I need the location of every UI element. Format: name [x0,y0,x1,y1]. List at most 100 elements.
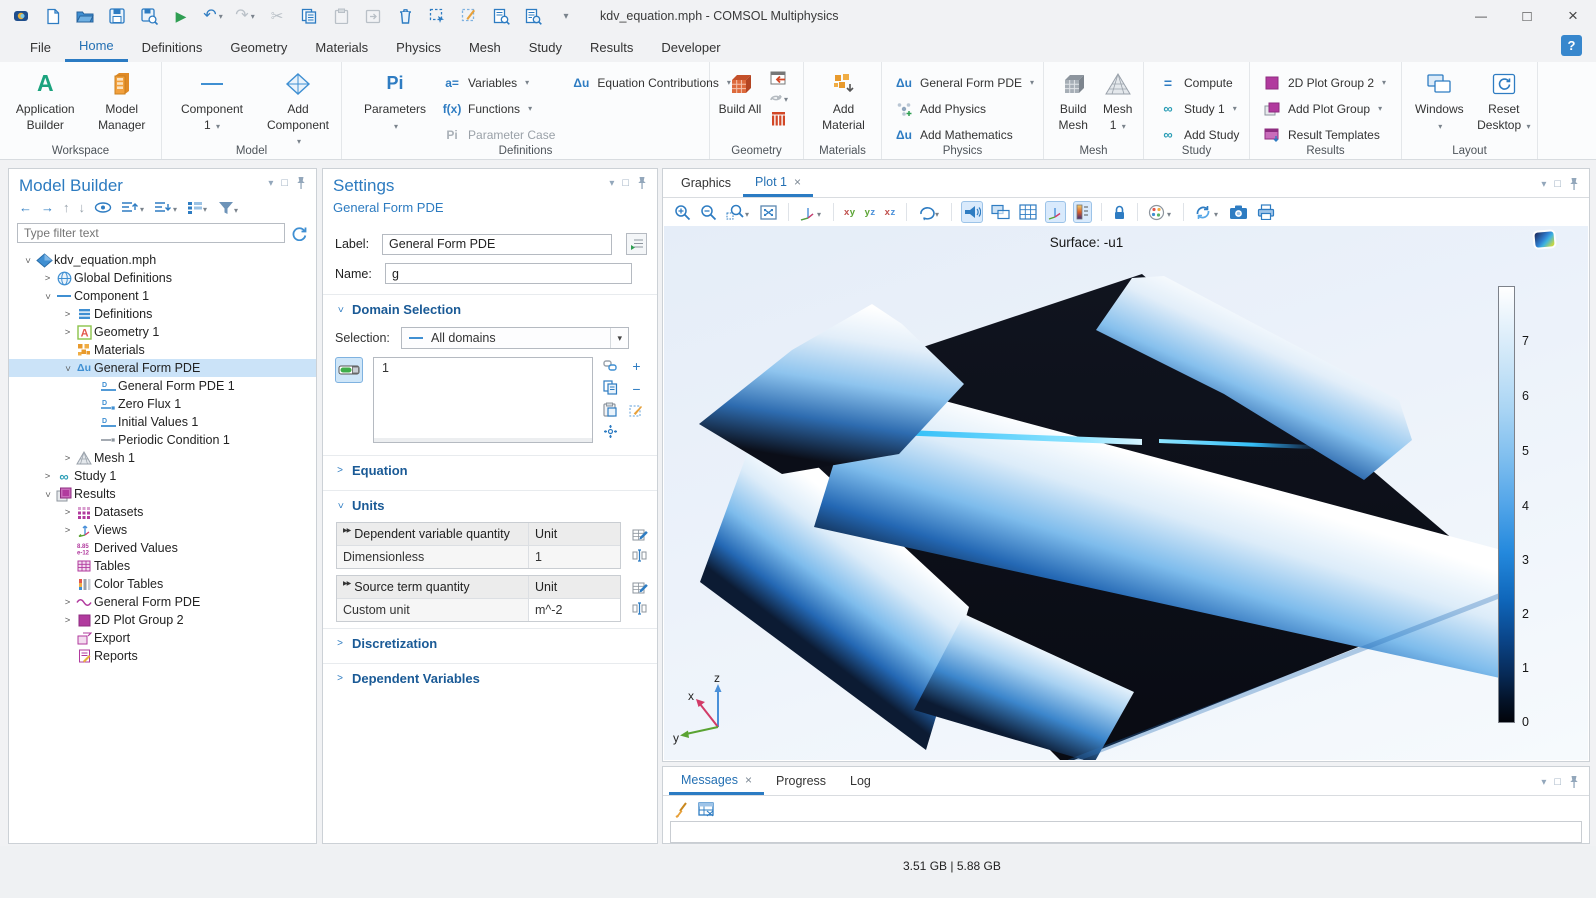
add-study-button[interactable]: ∞Add Study [1158,123,1243,146]
add-component-button[interactable]: Add Component ▾ [264,67,332,149]
open-file-button[interactable] [76,7,94,25]
build-all-button[interactable]: Build All [718,67,762,118]
find-button[interactable] [492,7,510,25]
run-button[interactable]: ▶ [172,7,190,25]
maximize-button[interactable]: □ [1504,0,1550,32]
view-xz-icon[interactable]: xz [884,201,897,223]
paste-button[interactable] [332,7,350,25]
variables-button[interactable]: a=Variables▾ [442,71,555,94]
tab-plot-1[interactable]: Plot 1× [743,169,813,197]
tree-item-general-form-pde[interactable]: >ΔuGeneral Form PDE [9,359,316,377]
expander-icon[interactable]: > [42,290,53,303]
expand-all-icon[interactable]: ▾ [154,201,178,214]
grid-icon[interactable] [1018,201,1038,223]
expander-icon[interactable]: > [61,615,74,626]
panel-menu-icon[interactable]: ▾ [1541,777,1546,788]
float-panel-icon[interactable]: □ [1554,776,1561,788]
select-box-button[interactable] [428,7,446,25]
edit-table-icon[interactable] [632,580,648,595]
new-file-button[interactable] [44,7,62,25]
help-button[interactable]: ? [1561,35,1582,56]
model-manager-button[interactable]: Model Manager [89,67,156,133]
tree-item-component-1[interactable]: >Component 1 [9,287,316,305]
view-xy-icon[interactable]: xy [843,201,857,223]
parameter-case-button[interactable]: PiParameter Case [442,123,555,146]
tree-item-datasets[interactable]: >Datasets [9,503,316,521]
tree-item-tables[interactable]: Tables [9,557,316,575]
close-tab-icon[interactable]: × [794,175,801,189]
tree-filter-input[interactable] [17,223,285,243]
tree-item-2d-plot-group-2[interactable]: >2D Plot Group 2 [9,611,316,629]
dependent-quantity-cell[interactable]: Dimensionless [337,546,529,568]
move-down-icon[interactable]: ↓ [79,200,86,215]
expander-icon[interactable]: > [62,362,73,375]
tree-item-study-1[interactable]: >∞Study 1 [9,467,316,485]
copy-button[interactable] [300,7,318,25]
section-discretization[interactable]: > Discretization [323,628,657,657]
plot-group-2-button[interactable]: 2D Plot Group 2▾ [1262,71,1395,94]
section-units[interactable]: > Units [323,490,657,519]
section-dependent-variables[interactable]: > Dependent Variables [323,663,657,692]
refresh-filter-icon[interactable] [291,225,308,241]
label-input[interactable] [382,234,612,255]
rename-button[interactable] [626,233,647,255]
tree-item-mesh-1[interactable]: >Mesh 1 [9,449,316,467]
paste-selection-icon[interactable] [603,402,619,417]
component-1-button[interactable]: Component 1 ▾ [178,67,246,133]
expander-icon[interactable]: > [42,488,53,501]
open-messages-table-icon[interactable] [698,802,715,817]
close-button[interactable]: × [1550,0,1596,32]
update-geometry-icon[interactable]: ▾ [768,92,788,104]
import-geometry-icon[interactable] [768,71,788,85]
parameters-button[interactable]: Pi Parameters▾ [364,67,426,133]
expander-icon[interactable]: > [61,597,74,608]
model-tree-node-text-icon[interactable]: ▾ [187,201,209,214]
tree-item-export[interactable]: Export [9,629,316,647]
tree-item-color-tables[interactable]: Color Tables [9,575,316,593]
menu-definitions[interactable]: Definitions [128,32,217,62]
expander-icon[interactable]: > [41,471,54,482]
update-plot-icon[interactable]: ▾ [1193,201,1221,223]
duplicate-button[interactable] [364,7,382,25]
application-builder-button[interactable]: A Application Builder [12,67,79,133]
back-icon[interactable]: ← [19,200,32,215]
section-domain-selection[interactable]: > Domain Selection [323,294,657,323]
remove-from-selection-icon[interactable]: − [629,382,644,396]
plot-area[interactable]: Surface: -u1 [664,226,1588,760]
copy-selection-icon[interactable] [603,380,619,395]
expander-icon[interactable]: > [61,525,74,536]
move-up-icon[interactable]: ↑ [63,200,70,215]
view-yz-icon[interactable]: yz [864,201,877,223]
pin-panel-icon[interactable] [1569,177,1579,191]
scene-light-icon[interactable] [961,201,983,223]
build-mesh-button[interactable]: Build Mesh [1052,67,1094,133]
general-form-pde-ribbon-button[interactable]: ΔuGeneral Form PDE▾ [894,71,1037,94]
add-to-selection-icon[interactable]: + [629,359,644,373]
panel-menu-icon[interactable]: ▾ [1541,179,1546,190]
pin-panel-icon[interactable] [637,176,647,190]
expander-icon[interactable]: > [61,327,74,338]
list-item[interactable]: 1 [382,361,584,375]
menu-physics[interactable]: Physics [382,32,455,62]
compute-button[interactable]: =Compute [1158,71,1243,94]
menu-home[interactable]: Home [65,32,128,62]
tree-item-root[interactable]: >kdv_equation.mph [9,251,316,269]
tree-item-zero-flux-1[interactable]: DZero Flux 1 [9,395,316,413]
add-plot-group-button[interactable]: Add Plot Group▾ [1262,97,1395,120]
menu-developer[interactable]: Developer [647,32,734,62]
save-as-button[interactable] [140,7,158,25]
tree-item-reports[interactable]: Reports [9,647,316,665]
delete-button[interactable] [396,7,414,25]
customize-toolbar-chevron-icon[interactable]: ▾ [556,7,574,25]
mesh-1-button[interactable]: Mesh 1 ▾ [1098,67,1137,133]
rotate-view-icon[interactable]: ▾ [916,201,942,223]
menu-geometry[interactable]: Geometry [216,32,301,62]
close-tab-icon[interactable]: × [745,773,752,787]
save-button[interactable] [108,7,126,25]
zoom-box-icon[interactable]: ▾ [725,201,751,223]
dependent-unit-cell[interactable]: 1 [529,546,620,568]
tab-log[interactable]: Log [838,767,883,795]
float-panel-icon[interactable]: □ [622,177,629,189]
forward-icon[interactable]: → [41,200,54,215]
messages-output[interactable] [670,821,1582,843]
